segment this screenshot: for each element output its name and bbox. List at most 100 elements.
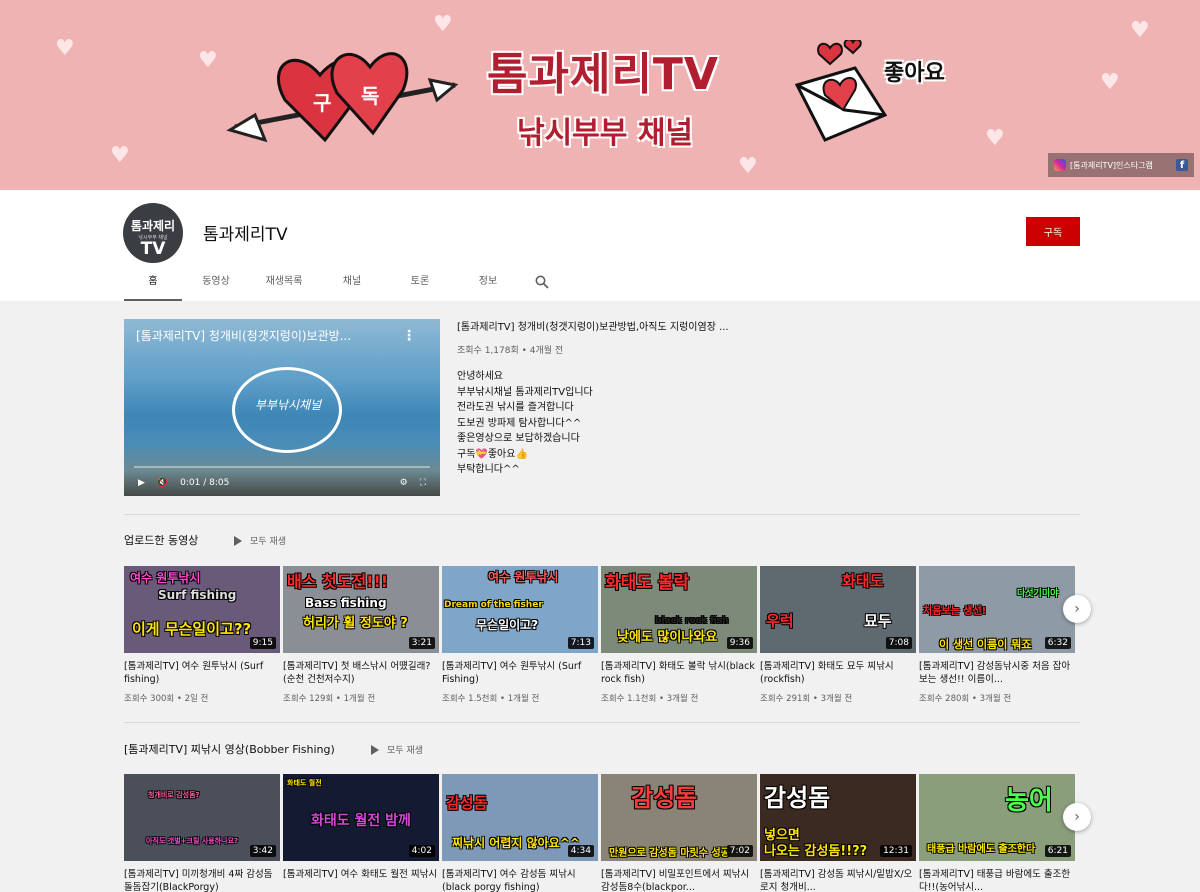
video-thumbnail[interactable]: 여수 원투낚시 Surf fishing 이게 무슨일이고?? 9:15	[124, 566, 280, 653]
avatar-text-top: 톰과제리	[130, 219, 176, 233]
video-card[interactable]: 감성돔 만원으로 감성돔 마릿수 성공 7:02 [톰과제리TV] 비밀포인트에서 찌…	[601, 774, 757, 892]
section-divider	[124, 722, 1080, 723]
video-card[interactable]: 화태도 월전 화태도 월전 밤께 4:02 [톰과제리TV] 여수 화태도 월전 찌낚…	[283, 774, 439, 892]
video-thumbnail[interactable]: 화태도 월전 화태도 월전 밤께 4:02	[283, 774, 439, 861]
channel-avatar[interactable]: 톰과제리 낚시부부 채널 TV	[123, 203, 183, 263]
facebook-icon[interactable]: f	[1176, 159, 1188, 171]
duration-badge: 4:34	[567, 845, 594, 857]
video-meta: 조회수 300회 • 2일 전	[124, 694, 209, 704]
tab-channels[interactable]: 채널	[318, 267, 386, 301]
video-card[interactable]: 감성돔 넣으면 나오는 감성돔!!?? 12:31 [톰과제리TV] 감성돔 찌낚시/밑…	[760, 774, 916, 892]
play-all-label[interactable]: 모두 재생	[250, 534, 286, 547]
thumbnail-caption: 이게 무슨일이고??	[132, 620, 252, 638]
video-thumbnail[interactable]: 감성돔 찌낚시 어렵지 않아요^^ 4:34	[442, 774, 598, 861]
video-title[interactable]: [톰과제리TV] 여수 원투낚시 (Surf fishing)	[124, 660, 280, 687]
video-title[interactable]: [톰과제리TV] 태풍급 바람에도 출조한다!!(농어낚시...	[919, 868, 1075, 892]
video-thumbnail[interactable]: 화태도 볼락 black rock fish 낮에도 많이나와요 9:36	[601, 566, 757, 653]
video-card[interactable]: 여수 원투낚시 Surf fishing 이게 무슨일이고?? 9:15 [톰과제리TV…	[124, 566, 280, 704]
chevron-right-icon[interactable]: ›	[1063, 803, 1091, 831]
tab-about[interactable]: 정보	[454, 267, 522, 301]
play-all-button[interactable]: 모두 재생	[234, 534, 286, 547]
video-card[interactable]: 여수 원투낚시 Dream of the fisher 무슨일이고? 7:13 [톰과제…	[442, 566, 598, 704]
duration-badge: 7:13	[567, 637, 594, 649]
heart-icon: ♥	[110, 143, 130, 168]
video-thumbnail[interactable]: 여수 원투낚시 Dream of the fisher 무슨일이고? 7:13	[442, 566, 598, 653]
thumbnail-caption: 화태도 볼락	[605, 573, 690, 593]
player-title[interactable]: [톰과제리TV] 청개비(청갯지렁이)보관방...	[136, 327, 351, 344]
video-card[interactable]: 감성돔 찌낚시 어렵지 않아요^^ 4:34 [톰과제리TV] 여수 감성돔 찌낚시(…	[442, 774, 598, 892]
duration-badge: 3:21	[408, 637, 435, 649]
banner-title: 톰과제리TV	[487, 49, 719, 100]
section-title-uploads[interactable]: 업로드한 동영상	[124, 532, 198, 548]
mute-icon[interactable]: 🔇	[157, 478, 168, 488]
video-card[interactable]: 화태도 우럭 묘두 7:08 [톰과제리TV] 화태도 묘두 찌낚시(rockfish)…	[760, 566, 916, 704]
more-vert-icon[interactable]: ⋮	[402, 328, 416, 344]
thumbnail-caption: 우럭	[766, 612, 794, 630]
heart-word: 구	[313, 91, 331, 115]
heart-icon: ♥	[1130, 18, 1150, 43]
duration-badge: 7:02	[726, 845, 753, 857]
video-thumbnail[interactable]: 농어 태풍급 바람에도 출조한다 6:21	[919, 774, 1075, 861]
subscribe-button[interactable]: 구독	[1026, 217, 1080, 246]
video-thumbnail[interactable]: 청개비로 감성돔? 아직도 갯벌+크릴 사용하나요? 3:42	[124, 774, 280, 861]
section-title-bobber[interactable]: [톰과제리TV] 찌낚시 영상(Bobber Fishing)	[124, 741, 335, 757]
video-meta: 조회수 280회 • 3개월 전	[919, 694, 1012, 704]
video-card[interactable]: 배스 첫도전!!! Bass fishing 허리가 휠 정도야 ? 3:21 [톰과제…	[283, 566, 439, 704]
video-thumbnail[interactable]: 배스 첫도전!!! Bass fishing 허리가 휠 정도야 ? 3:21	[283, 566, 439, 653]
video-card[interactable]: 청개비로 감성돔? 아직도 갯벌+크릴 사용하나요? 3:42 [톰과제리TV] 미끼…	[124, 774, 280, 892]
search-icon[interactable]	[522, 267, 562, 297]
desc-line: 부탁합니다^^	[457, 464, 520, 475]
video-title[interactable]: [톰과제리TV] 비밀포인트에서 찌낚시 감성돔8수(blackpor...	[601, 868, 757, 892]
video-title[interactable]: [톰과제리TV] 감성돔 찌낚시/밑밥X/오로지 청개비...	[760, 868, 916, 892]
duration-badge: 9:15	[249, 637, 276, 649]
video-thumbnail[interactable]: 감성돔 넣으면 나오는 감성돔!!?? 12:31	[760, 774, 916, 861]
tab-discussion[interactable]: 토론	[386, 267, 454, 301]
tab-playlists[interactable]: 재생목록	[250, 267, 318, 301]
video-card[interactable]: 농어 태풍급 바람에도 출조한다 6:21 [톰과제리TV] 태풍급 바람에도 출조한…	[919, 774, 1075, 892]
avatar-text-bottom: TV	[140, 239, 166, 259]
fullscreen-icon[interactable]: ⛶	[420, 478, 426, 488]
featured-title[interactable]: [톰과제리TV] 청개비(청갯지렁이)보관방법,아직도 지렁이염장 ...	[457, 318, 757, 333]
thumbnail-caption: 허리가 휠 정도야 ?	[303, 616, 408, 631]
video-title[interactable]: [톰과제리TV] 화태도 묘두 찌낚시(rockfish)	[760, 660, 916, 687]
play-icon	[234, 535, 242, 546]
video-thumbnail[interactable]: 감성돔 만원으로 감성돔 마릿수 성공 7:02	[601, 774, 757, 861]
settings-gear-icon[interactable]: ⚙	[400, 478, 408, 488]
play-icon[interactable]: ▶	[138, 478, 145, 488]
thumbnail-caption: Bass fishing	[305, 596, 387, 610]
video-title[interactable]: [톰과제리TV] 첫 배스낚시 어떘길래?(순천 건천저수지)	[283, 660, 439, 687]
thumbnail-caption: Surf fishing	[158, 588, 237, 602]
video-thumbnail[interactable]: 처음보는 생선! 다섯기미야 이 생선 이름이 뭐죠 6:32	[919, 566, 1075, 653]
video-title[interactable]: [톰과제리TV] 화태도 볼락 낚시(black rock fish)	[601, 660, 757, 687]
progress-bar[interactable]	[134, 466, 430, 468]
video-title[interactable]: [톰과제리TV] 미끼청개비 4짜 감성돔 돌돔잡기(BlackPorgy)	[124, 868, 280, 892]
video-title[interactable]: [톰과제리TV] 감성돔낚시중 처음 잡아보는 생선!! 이름이...	[919, 660, 1075, 687]
banner-links[interactable]: [톰과제리TV]인스타그램 f	[1048, 153, 1194, 177]
featured-video-player[interactable]: [톰과제리TV] 청개비(청갯지렁이)보관방... ⋮ 부부낚시채널 ▶ 🔇 0…	[124, 319, 440, 496]
tab-videos[interactable]: 동영상	[182, 267, 250, 301]
heart-icon: ♥	[985, 126, 1005, 151]
video-title[interactable]: [톰과제리TV] 여수 감성돔 찌낚시(black porgy fishing)	[442, 868, 598, 892]
video-card[interactable]: 처음보는 생선! 다섯기미야 이 생선 이름이 뭐죠 6:32 [톰과제리TV] 감성돔…	[919, 566, 1075, 704]
banner-like-text: 좋아요	[884, 61, 945, 86]
duration-badge: 12:31	[880, 845, 912, 857]
video-shelf: 청개비로 감성돔? 아직도 갯벌+크릴 사용하나요? 3:42 [톰과제리TV] 미끼…	[124, 774, 1075, 892]
instagram-icon[interactable]	[1054, 159, 1066, 171]
thumbnail-caption: 찌낚시 어렵지 않아요^^	[452, 836, 580, 850]
play-all-label[interactable]: 모두 재생	[387, 743, 423, 756]
video-title[interactable]: [톰과제리TV] 여수 원투낚시 (Surf Fishing)	[442, 660, 598, 687]
heart-word: 독	[361, 84, 379, 108]
play-all-button[interactable]: 모두 재생	[371, 743, 423, 756]
featured-meta: 조회수 1,178회 • 4개월 전	[457, 346, 564, 356]
duration-badge: 7:08	[885, 637, 912, 649]
desc-line: 안녕하세요	[457, 371, 503, 382]
instagram-link[interactable]: [톰과제리TV]인스타그램	[1070, 160, 1172, 171]
video-thumbnail[interactable]: 화태도 우럭 묘두 7:08	[760, 566, 916, 653]
thumbnail-caption: 낮에도 많이나와요	[617, 630, 718, 645]
heart-icon: ♥	[1100, 70, 1120, 95]
video-title[interactable]: [톰과제리TV] 여수 화태도 월전 찌낚시	[283, 868, 439, 892]
heart-arrow-icon: 구 독	[226, 52, 459, 143]
tab-home[interactable]: 홈	[124, 267, 182, 301]
video-card[interactable]: 화태도 볼락 black rock fish 낮에도 많이나와요 9:36 [톰과제리T…	[601, 566, 757, 704]
chevron-right-icon[interactable]: ›	[1063, 595, 1091, 623]
